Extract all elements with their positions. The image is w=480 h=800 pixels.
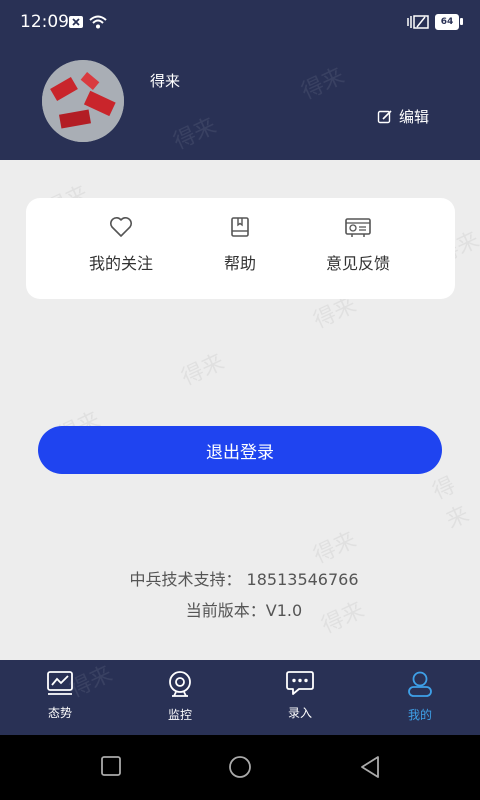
camera-icon	[169, 671, 191, 697]
tab-situation[interactable]: 态势	[20, 670, 100, 721]
back-icon[interactable]	[358, 755, 382, 779]
home-icon[interactable]	[228, 755, 252, 779]
tab-label: 我的	[407, 708, 432, 722]
user-icon	[408, 671, 432, 697]
tab-label: 监控	[167, 708, 192, 722]
notification-icon	[69, 16, 83, 28]
version-info: 当前版本：V1.0	[185, 601, 303, 620]
watermark: 得来	[309, 527, 361, 569]
status-time: 12:09	[20, 12, 69, 32]
menu-item-label: 意见反馈	[325, 254, 390, 273]
edit-label: 编辑	[399, 108, 430, 126]
signal-icon	[407, 15, 429, 29]
bottom-tab-bar: 得来 态势 监控 录入 我的	[0, 660, 480, 735]
tab-label: 态势	[47, 706, 72, 720]
recent-apps-icon[interactable]	[100, 755, 122, 777]
status-bar: 12:09 64	[0, 0, 480, 46]
menu-card: 我的关注 帮助 意见反馈	[26, 198, 455, 299]
logout-button[interactable]: 退出登录	[38, 426, 442, 474]
edit-icon	[377, 109, 392, 123]
system-nav-bar	[0, 735, 480, 800]
tab-mine[interactable]: 我的	[380, 670, 460, 723]
battery-level: 64	[440, 17, 454, 27]
watermark: 得来	[297, 63, 349, 105]
username: 得来	[150, 72, 181, 90]
tab-input[interactable]: 录入	[260, 670, 340, 721]
edit-profile-button[interactable]: 编辑	[377, 106, 429, 127]
chat-icon	[286, 671, 314, 695]
support-info: 中兵技术支持： 18513546766	[129, 570, 359, 589]
watermark: 得来	[428, 473, 474, 534]
wifi-icon	[89, 15, 107, 29]
menu-item-feedback[interactable]: 意见反馈	[288, 216, 428, 274]
feedback-icon	[345, 218, 371, 237]
chart-icon	[47, 671, 73, 695]
profile-header: 得来 编辑 得来 得来	[0, 46, 480, 160]
tab-monitor[interactable]: 监控	[140, 670, 220, 723]
battery-indicator: 64	[435, 14, 459, 30]
book-icon	[231, 217, 249, 237]
watermark: 得来	[177, 349, 229, 391]
heart-icon	[110, 217, 132, 237]
watermark: 得来	[169, 113, 221, 155]
avatar[interactable]	[42, 60, 124, 142]
tab-label: 录入	[287, 706, 312, 720]
avatar-image	[42, 60, 124, 142]
